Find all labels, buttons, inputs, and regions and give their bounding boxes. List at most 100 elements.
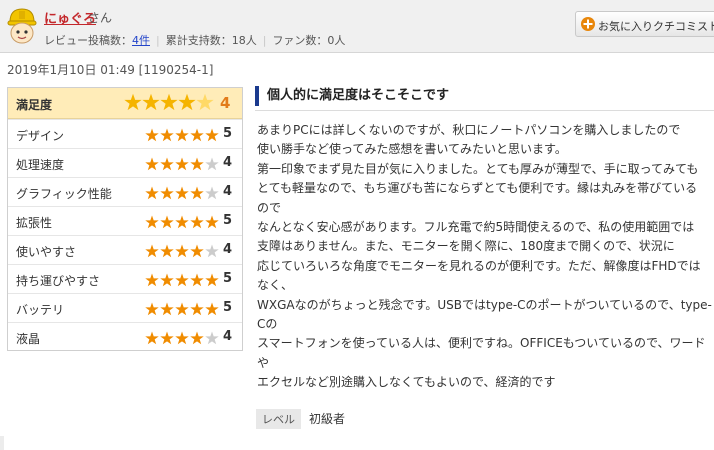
review-title: 個人的に満足度はそこそこです: [255, 86, 714, 106]
rating-item-score: 5: [223, 271, 233, 286]
star-filled-icon: [190, 186, 204, 200]
fan-count: ファン数：0人: [272, 34, 346, 47]
star-filled-icon: [175, 302, 189, 316]
star-filled-icon: [160, 273, 174, 287]
star-filled-icon: [145, 273, 159, 287]
rating-item-stars: [145, 330, 220, 349]
rating-row: バッテリ 5: [8, 293, 242, 322]
rating-item-stars: [145, 214, 220, 233]
star-empty-icon: [205, 331, 219, 345]
star-filled-icon: [175, 186, 189, 200]
rating-item-label: 使いやすさ: [16, 245, 77, 259]
rating-item-score: 4: [223, 184, 233, 199]
star-filled-icon: [160, 215, 174, 229]
review-body-line: 応じていろいろな角度でモニターを見れるのが便利です。ただ、解像度はFHDでは: [257, 258, 701, 273]
post-date: 2019年1月10日 01:49 [1190254-1]: [7, 63, 214, 77]
review-body-line: Cの: [257, 317, 278, 332]
rating-item-score: 4: [223, 242, 233, 257]
review-body-line: なく、: [257, 278, 294, 293]
level-label: レベル: [256, 409, 301, 429]
star-filled-icon: [205, 215, 219, 229]
star-filled-icon: [160, 244, 174, 258]
review-body-line: WXGAなのがちょっと残念です。USBではtype-Cのポートがついているので、…: [257, 297, 712, 312]
review-body-line: あまりPCには詳しくないのですが、秋口にノートパソコンを購入しましたので: [257, 123, 681, 137]
star-filled-icon: [160, 331, 174, 345]
add-favorite-button[interactable]: お気に入りクチコミストに登: [575, 11, 714, 37]
rating-item-stars: [145, 127, 220, 146]
star-filled-icon: [205, 273, 219, 287]
rating-item-label: バッテリ: [16, 303, 65, 317]
star-filled-icon: [190, 244, 204, 258]
star-filled-icon: [145, 186, 159, 200]
add-favorite-icon: [581, 17, 595, 31]
review-body-line: エクセルなど別途購入しなくてもよいので、経済的です: [257, 375, 556, 390]
reviewer-header: にゅぐろ さん レビュー投稿数：4件 | 累計支持数：18人 | ファン数：0人 お気に…: [0, 0, 714, 53]
reviewer-stats: レビュー投稿数：4件 | 累計支持数：18人 | ファン数：0人: [44, 32, 345, 48]
star-filled-icon: [190, 128, 204, 142]
add-favorite-label: お気に入りクチコミストに登: [598, 20, 714, 33]
star-filled-icon: [142, 93, 160, 111]
star-filled-icon: [160, 93, 178, 111]
review-body-line: 第一印象でまず見た目が気に入りました。とても厚みが薄型で、手に取ってみても: [257, 161, 699, 176]
rating-row: 処理速度 4: [8, 148, 242, 177]
star-filled-icon: [160, 128, 174, 142]
overall-rating-label: 満足度: [16, 98, 53, 112]
rating-item-label: 持ち運びやすさ: [16, 274, 101, 288]
review-body-line: とても軽量なので、もち運びも苦にならずとても便利です。縁は丸みを帯びている: [257, 181, 698, 196]
reviewer-level: レベル 初級者: [256, 409, 345, 429]
rating-row: 拡張性 5: [8, 206, 242, 235]
star-empty-icon: [205, 186, 219, 200]
star-filled-icon: [190, 215, 204, 229]
star-empty-icon: [196, 93, 214, 111]
rating-item-stars: [145, 243, 220, 262]
review-body-line: スマートフォンを使っている人は、便利ですね。OFFICEもついているので、ワード: [257, 336, 706, 351]
rating-item-score: 4: [223, 329, 233, 344]
rating-row: 液晶 4: [8, 322, 242, 351]
star-filled-icon: [190, 157, 204, 171]
star-filled-icon: [145, 331, 159, 345]
star-filled-icon: [175, 273, 189, 287]
overall-stars: [124, 93, 214, 115]
review-body-line: ので: [257, 200, 282, 215]
rating-item-label: グラフィック性能: [16, 187, 112, 201]
star-filled-icon: [160, 157, 174, 171]
rating-row: デザイン 5: [8, 119, 242, 148]
review-count-link[interactable]: 4件: [132, 34, 150, 47]
reviewer-suffix: さん: [88, 11, 113, 25]
star-filled-icon: [190, 302, 204, 316]
rating-item-stars: [145, 185, 220, 204]
rating-item-label: デザイン: [16, 129, 65, 143]
star-filled-icon: [160, 302, 174, 316]
avatar: [7, 8, 37, 44]
star-filled-icon: [175, 244, 189, 258]
rating-item-score: 5: [223, 213, 233, 228]
star-filled-icon: [175, 331, 189, 345]
star-filled-icon: [175, 157, 189, 171]
star-filled-icon: [190, 331, 204, 345]
rating-item-stars: [145, 272, 220, 291]
rating-item-label: 処理速度: [16, 158, 65, 172]
review-count-label: レビュー投稿数：: [44, 34, 132, 47]
title-divider: [255, 110, 714, 111]
review-body-line: 使い勝手など使ってみた感想を書いてみたいと思います。: [257, 142, 567, 157]
review-body: あまりPCには詳しくないのですが、秋口にノートパソコンを購入しましたので 使い勝手…: [257, 121, 712, 393]
star-filled-icon: [190, 273, 204, 287]
rating-panel: 満足度 4 デザイン 5 処理速度 4 グラフィック性能 4 拡張性 5 使いやすさ 4 持ち運びや…: [7, 87, 243, 351]
star-filled-icon: [205, 128, 219, 142]
rating-item-label: 拡張性: [16, 216, 53, 230]
review-body-line: 支障はありません。また、モニターを開く際に、180度まで開くので、状況に: [257, 239, 675, 254]
star-filled-icon: [145, 244, 159, 258]
rating-item-label: 液晶: [16, 332, 41, 346]
rating-item-score: 4: [223, 155, 233, 170]
star-filled-icon: [175, 215, 189, 229]
stats-divider: |: [156, 34, 160, 47]
level-value: 初級者: [309, 412, 346, 426]
overall-rating-row: 満足度 4: [8, 88, 242, 119]
star-empty-icon: [205, 244, 219, 258]
review-body-line: や: [257, 355, 270, 370]
rating-item-score: 5: [223, 300, 233, 315]
overall-rating-score: 4: [220, 94, 231, 112]
rating-item-stars: [145, 301, 220, 320]
star-filled-icon: [175, 128, 189, 142]
star-filled-icon: [145, 157, 159, 171]
